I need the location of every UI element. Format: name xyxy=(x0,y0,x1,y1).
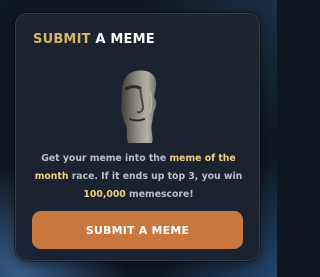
card-title-accent: SUBMIT xyxy=(33,32,91,47)
moai-icon xyxy=(121,70,157,143)
card-title: SUBMIT A MEME xyxy=(33,32,155,47)
description-text-1: Get your meme into the xyxy=(41,153,170,164)
card-title-rest: A MEME xyxy=(90,32,155,47)
description-text-2: race. If it ends up top 3, you win xyxy=(68,171,243,182)
description-text-3: memescore! xyxy=(125,189,194,200)
submit-meme-button[interactable]: SUBMIT A MEME xyxy=(32,211,243,249)
submit-meme-card: SUBMIT A MEME Get your meme into the mem… xyxy=(15,13,260,261)
card-description: Get your meme into the meme of the month… xyxy=(30,150,247,204)
prize-amount-highlight: 100,000 xyxy=(83,189,126,200)
